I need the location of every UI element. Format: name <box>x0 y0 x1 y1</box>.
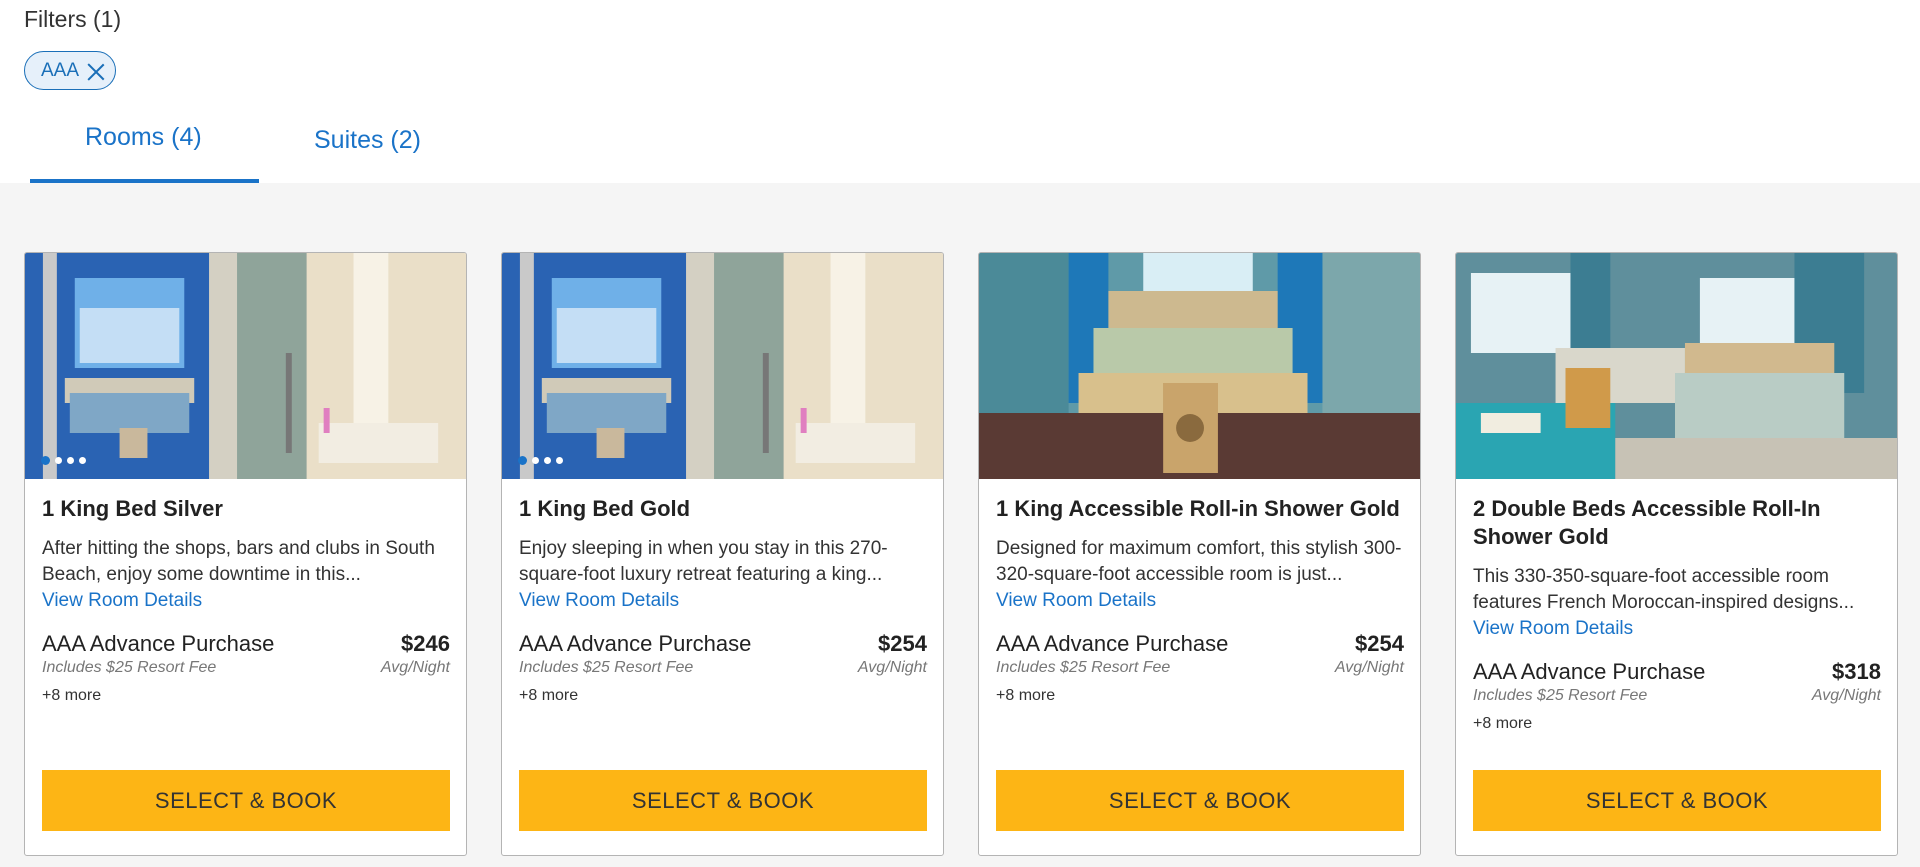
select-and-book-button[interactable]: SELECT & BOOK <box>42 770 450 831</box>
room-description: Designed for maximum comfort, this styli… <box>996 538 1402 585</box>
more-rates-link[interactable]: +8 more <box>1473 715 1532 733</box>
carousel-dots[interactable] <box>41 456 86 465</box>
price-unit: Avg/Night <box>1334 659 1404 676</box>
select-and-book-button[interactable]: SELECT & BOOK <box>1473 770 1881 831</box>
resort-fee-note: Includes $25 Resort Fee <box>996 659 1171 676</box>
resort-fee-note: Includes $25 Resort Fee <box>519 659 694 676</box>
room-name: 2 Double Beds Accessible Roll-In Shower … <box>1473 496 1821 549</box>
carousel-dot[interactable] <box>55 457 62 464</box>
room-price: $246 <box>401 631 450 656</box>
room-photo-carousel[interactable] <box>25 253 466 479</box>
view-room-details-link[interactable]: View Room Details <box>519 588 679 614</box>
more-rates-link[interactable]: +8 more <box>42 687 101 705</box>
tab-suites[interactable]: Suites (2) <box>314 126 421 155</box>
room-photo-carousel[interactable] <box>1456 253 1897 479</box>
room-card: 1 King Bed Silver After hitting the shop… <box>24 252 467 856</box>
price-unit: Avg/Night <box>380 659 450 676</box>
room-price: $254 <box>1355 631 1404 656</box>
room-description: Enjoy sleeping in when you stay in this … <box>519 538 888 585</box>
rate-name: AAA Advance Purchase <box>996 631 1229 656</box>
select-and-book-button[interactable]: SELECT & BOOK <box>519 770 927 831</box>
resort-fee-note: Includes $25 Resort Fee <box>1473 687 1648 704</box>
filter-chip-aaa[interactable]: AAA <box>24 51 117 90</box>
carousel-dot[interactable] <box>79 457 86 464</box>
filters-title: Filters (1) <box>24 6 122 32</box>
view-room-details-link[interactable]: View Room Details <box>1473 616 1633 642</box>
more-rates-link[interactable]: +8 more <box>519 687 578 705</box>
room-photo-carousel[interactable] <box>979 253 1420 479</box>
carousel-dots[interactable] <box>518 456 563 465</box>
room-photo <box>979 253 1420 479</box>
room-name: 1 King Bed Silver <box>42 496 223 521</box>
room-card: 1 King Accessible Roll-in Shower Gold De… <box>978 252 1421 856</box>
tab-rooms[interactable]: Rooms (4) <box>85 123 202 152</box>
view-room-details-link[interactable]: View Room Details <box>996 588 1156 614</box>
room-photo <box>1456 253 1897 479</box>
rate-name: AAA Advance Purchase <box>1473 659 1706 684</box>
room-photo <box>25 253 466 479</box>
carousel-dot[interactable] <box>41 456 50 465</box>
close-icon[interactable] <box>87 62 105 80</box>
room-description: This 330-350-square-foot accessible room… <box>1473 566 1855 613</box>
rate-name: AAA Advance Purchase <box>519 631 752 656</box>
room-card: 1 King Bed Gold Enjoy sleeping in when y… <box>501 252 944 856</box>
carousel-dot[interactable] <box>67 457 74 464</box>
rate-name: AAA Advance Purchase <box>42 631 275 656</box>
room-description: After hitting the shops, bars and clubs … <box>42 538 435 585</box>
room-name: 1 King Bed Gold <box>519 496 691 521</box>
select-and-book-button[interactable]: SELECT & BOOK <box>996 770 1404 831</box>
carousel-dot[interactable] <box>544 457 551 464</box>
carousel-dot[interactable] <box>518 456 527 465</box>
more-rates-link[interactable]: +8 more <box>996 687 1055 705</box>
room-photo <box>502 253 943 479</box>
price-unit: Avg/Night <box>1811 687 1881 704</box>
filter-header: Filters (1) AAA Rooms (4) Suites (2) <box>0 0 1920 183</box>
price-unit: Avg/Night <box>857 659 927 676</box>
room-name: 1 King Accessible Roll-in Shower Gold <box>996 496 1400 521</box>
room-price: $254 <box>878 631 927 656</box>
filter-chip-label: AAA <box>41 59 80 81</box>
room-price: $318 <box>1832 659 1881 684</box>
room-card: 2 Double Beds Accessible Roll-In Shower … <box>1455 252 1898 856</box>
carousel-dot[interactable] <box>556 457 563 464</box>
resort-fee-note: Includes $25 Resort Fee <box>42 659 217 676</box>
carousel-dot[interactable] <box>532 457 539 464</box>
view-room-details-link[interactable]: View Room Details <box>42 588 202 614</box>
room-photo-carousel[interactable] <box>502 253 943 479</box>
